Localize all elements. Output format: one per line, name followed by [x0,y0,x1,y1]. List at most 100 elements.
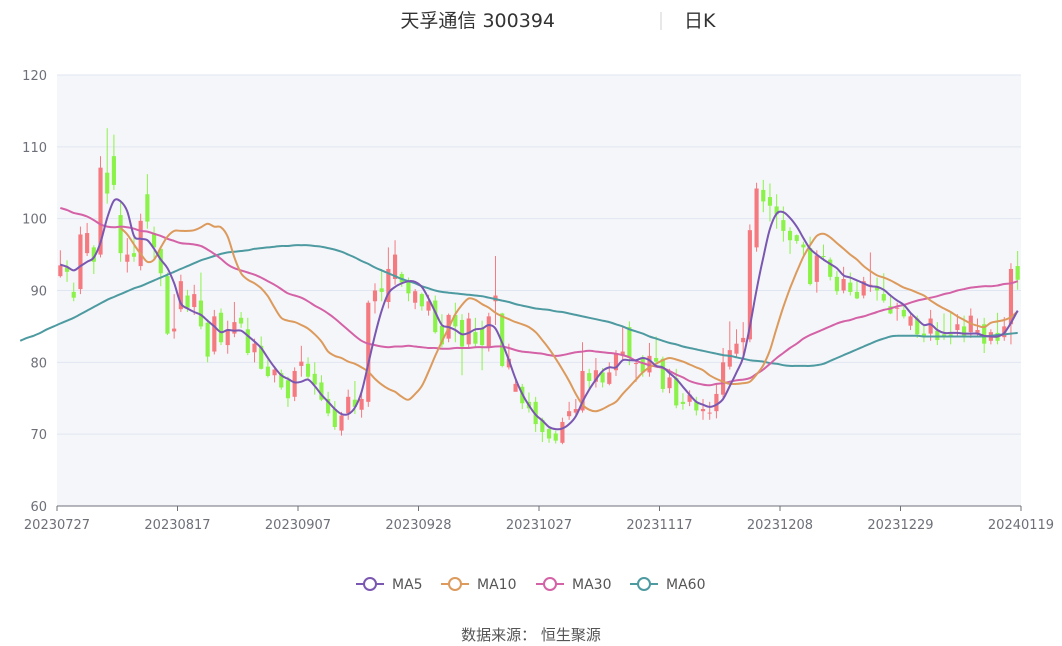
candle-body [680,401,686,404]
candle-body [607,372,612,384]
candle-body [225,329,230,346]
candle-body [546,429,552,439]
candle-body [707,412,712,414]
legend-label: MA5 [392,577,423,593]
candle-body [560,421,565,443]
candle-body [781,220,786,231]
candle-body [901,309,906,317]
candle-body [419,294,424,307]
candle-body [413,291,418,303]
candle-body [660,358,665,389]
candle-body [486,316,491,348]
y-tick-label: 110 [22,141,47,156]
candle-body [633,363,639,365]
candle-body [232,322,237,334]
candle-body [346,396,351,414]
candle-body [821,256,826,258]
candle-body [553,433,558,441]
legend-item-ma30[interactable]: MA30 [536,577,611,593]
candle-body [935,330,940,341]
candle-body [372,290,378,302]
candle-body [654,358,659,362]
y-tick-label: 80 [30,356,47,371]
candle-body [71,291,76,298]
candle-body [138,220,143,267]
legend-item-ma5[interactable]: MA5 [356,577,423,593]
candle-body [794,235,799,241]
candle-body [366,302,371,402]
candle-body [299,361,304,366]
y-tick-label: 120 [22,69,47,84]
candle-body [741,337,746,343]
candle-body [854,291,860,299]
legend-label: MA60 [666,577,705,593]
y-tick-label: 90 [30,285,47,300]
x-tick-label: 20231208 [747,518,813,533]
candle-body [761,189,766,202]
legend-item-ma10[interactable]: MA10 [441,577,516,593]
candle [205,319,210,363]
candle-body [814,255,819,282]
candle-body [406,281,411,294]
candle-body [339,415,344,431]
candle-body [265,366,270,376]
candle-body [808,248,813,285]
candle-body [700,409,706,412]
candle-body [674,378,679,406]
candle [212,309,217,355]
candle-body [105,172,110,194]
data-source: 数据来源： 恒生聚源 [461,626,601,644]
chart-canvas: 天孚通信 300394 日K 60 70 80 90 100 110 120 2023072… [19,10,1054,644]
candle-body [111,156,116,185]
candle-body [895,307,900,309]
legend-marker-icon [637,577,651,591]
x-tick-label: 20230907 [265,518,331,533]
legend-marker-icon [448,577,462,591]
candle-body [185,295,190,308]
x-tick-label: 20231229 [867,518,933,533]
candle-body [962,326,967,337]
candle-body [192,294,197,308]
candle [138,213,143,271]
candle-body [58,265,63,277]
candle-body [714,393,719,412]
candle-body [131,253,137,257]
candle [292,367,297,402]
candle-body [767,197,773,206]
candle-body [787,230,793,241]
legend-item-ma60[interactable]: MA60 [630,577,705,593]
x-tick-label: 20230928 [385,518,451,533]
legend-label: MA30 [572,577,611,593]
candle-body [125,254,130,262]
candle-body [305,363,311,377]
candle-body [841,279,846,291]
candle-body [567,411,572,417]
candle-body [727,350,732,367]
chart-title: 天孚通信 300394 [400,10,555,32]
candle [486,312,491,352]
candle-body [848,282,853,292]
candle [165,272,170,336]
legend-label: MA10 [477,577,516,593]
legend-marker-icon [543,577,557,591]
candle-body [480,328,485,346]
x-tick-label: 20231027 [506,518,572,533]
legend[interactable]: MA5 MA10 MA30 MA60 [356,577,705,593]
candle-body [734,343,739,354]
candle-body [955,324,960,331]
candle-body [239,317,244,324]
candle-body [754,188,759,248]
candle-body [285,380,291,399]
candle-body [245,329,250,353]
candle-body [252,343,257,353]
y-tick-label: 70 [30,428,47,443]
candle-body [359,398,364,410]
candle-body [332,409,337,427]
candle-body [165,276,170,334]
candle-body [881,294,886,301]
candle-body [721,362,726,395]
candle [218,308,224,346]
candle-body [513,383,518,392]
x-tick-label: 20240119 [988,518,1054,533]
x-tick-label: 20231117 [626,518,692,533]
